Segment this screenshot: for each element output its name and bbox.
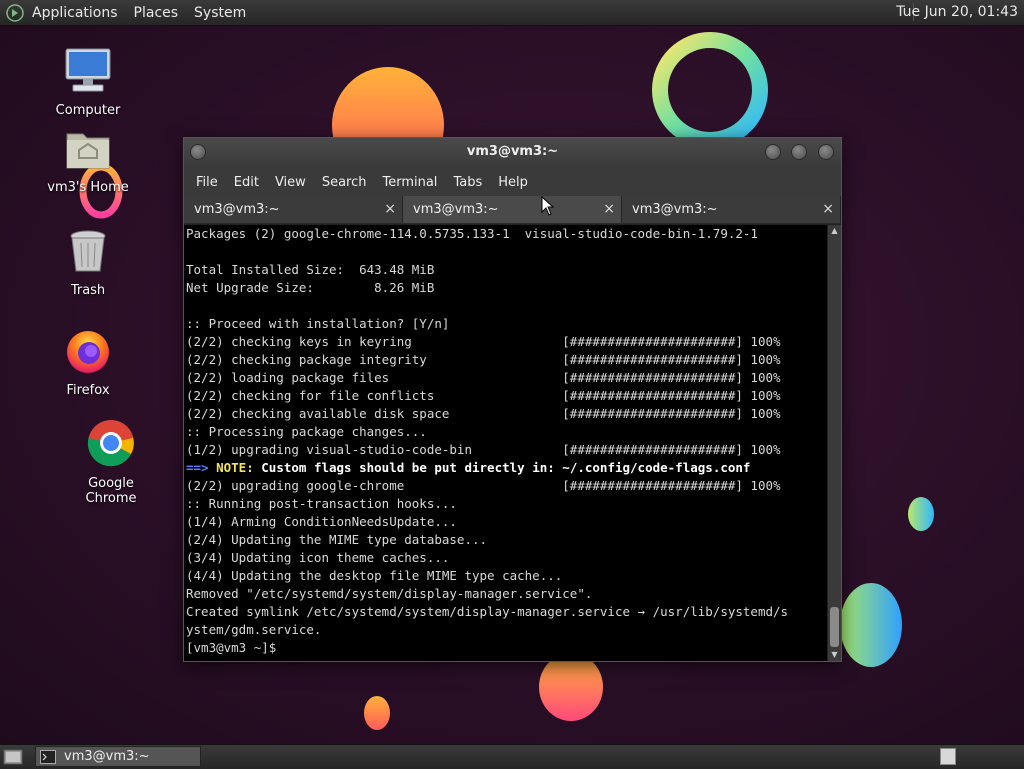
terminal-line: (2/4) Updating the MIME type database... bbox=[186, 532, 488, 547]
tab-label: vm3@vm3:~ bbox=[632, 202, 718, 217]
menu-terminal[interactable]: Terminal bbox=[374, 175, 445, 190]
system-menu[interactable]: System bbox=[186, 5, 254, 21]
terminal-line: (3/4) Updating icon theme caches... bbox=[186, 550, 450, 565]
note-text: Custom flags should be put directly in: … bbox=[253, 460, 751, 475]
terminal-line: ystem/gdm.service. bbox=[186, 622, 322, 637]
top-panel: Applications Places System Tue Jun 20, 0… bbox=[0, 0, 1024, 26]
note-arrow: ==> bbox=[186, 460, 217, 475]
computer-icon bbox=[65, 48, 111, 92]
terminal-line: (2/2) checking for file conflicts [#####… bbox=[186, 388, 781, 403]
terminal-line: (2/2) checking package integrity [######… bbox=[186, 352, 781, 367]
desktop-icon-label: Google Chrome bbox=[85, 476, 137, 506]
firefox-icon bbox=[67, 331, 109, 373]
trash-icon bbox=[70, 230, 106, 272]
scroll-up-arrow-icon[interactable]: ▲ bbox=[828, 225, 841, 237]
tab-3[interactable]: vm3@vm3:~ × bbox=[622, 196, 841, 223]
terminal-line: (1/4) Arming ConditionNeedsUpdate... bbox=[186, 514, 457, 529]
terminal-line: :: Running post-transaction hooks... bbox=[186, 496, 457, 511]
tab-label: vm3@vm3:~ bbox=[194, 202, 280, 217]
menu-edit[interactable]: Edit bbox=[226, 175, 267, 190]
scrollbar-thumb[interactable] bbox=[830, 607, 839, 647]
decorative-bottom-orange-blob bbox=[539, 655, 603, 721]
scroll-down-arrow-icon[interactable]: ▼ bbox=[828, 649, 841, 661]
minimize-button[interactable] bbox=[765, 144, 781, 160]
maximize-button[interactable] bbox=[791, 144, 807, 160]
terminal-window: vm3@vm3:~ File Edit View Search Terminal… bbox=[183, 137, 842, 662]
tab-bar: vm3@vm3:~ × vm3@vm3:~ × vm3@vm3:~ × bbox=[184, 196, 841, 225]
show-desktop-icon[interactable] bbox=[3, 748, 23, 766]
window-titlebar[interactable]: vm3@vm3:~ bbox=[184, 138, 841, 168]
distro-logo-icon[interactable] bbox=[6, 3, 24, 22]
window-menubar: File Edit View Search Terminal Tabs Help bbox=[184, 168, 841, 196]
desktop-icon-label: vm3's Home bbox=[47, 180, 129, 195]
top-panel-menus: Applications Places System bbox=[6, 3, 254, 22]
desktop-icon-firefox[interactable]: Firefox bbox=[38, 327, 138, 398]
tab-close-icon[interactable]: × bbox=[384, 196, 396, 223]
decorative-ring bbox=[652, 32, 768, 148]
taskbar-item-terminal[interactable]: vm3@vm3:~ bbox=[35, 746, 201, 767]
mouse-cursor-icon bbox=[541, 196, 555, 216]
terminal-line: Packages (2) google-chrome-114.0.5735.13… bbox=[186, 226, 758, 241]
tab-label: vm3@vm3:~ bbox=[413, 202, 499, 217]
chrome-icon bbox=[87, 420, 134, 467]
decorative-small-orange-blob bbox=[364, 696, 390, 730]
tab-close-icon[interactable]: × bbox=[822, 196, 834, 223]
desktop-icon-computer[interactable]: Computer bbox=[38, 45, 138, 118]
menu-file[interactable]: File bbox=[188, 175, 226, 190]
window-title: vm3@vm3:~ bbox=[466, 144, 559, 159]
desktop-icon-label: Trash bbox=[70, 283, 106, 298]
tab-close-icon[interactable]: × bbox=[603, 196, 615, 223]
menu-tabs[interactable]: Tabs bbox=[445, 175, 490, 190]
terminal-scrollbar[interactable]: ▲ ▼ bbox=[827, 225, 841, 661]
terminal-line: (2/2) upgrading google-chrome [#########… bbox=[186, 478, 781, 493]
places-menu[interactable]: Places bbox=[126, 5, 187, 21]
terminal-line: :: Processing package changes... bbox=[186, 424, 427, 439]
menu-search[interactable]: Search bbox=[314, 175, 375, 190]
desktop-icon-label: Firefox bbox=[66, 383, 110, 398]
bottom-panel: vm3@vm3:~ bbox=[0, 744, 1024, 769]
terminal-line: (2/2) loading package files [###########… bbox=[186, 370, 781, 385]
desktop-icon-home[interactable]: vm3's Home bbox=[38, 128, 138, 195]
terminal-line: (2/2) checking available disk space [###… bbox=[186, 406, 781, 421]
desktop-icon-chrome[interactable]: Google Chrome bbox=[61, 418, 161, 506]
applications-menu[interactable]: Applications bbox=[24, 5, 126, 21]
tab-2[interactable]: vm3@vm3:~ × bbox=[403, 196, 622, 223]
terminal-note-line: ==> NOTE: Custom flags should be put dir… bbox=[184, 459, 827, 477]
home-folder-icon bbox=[66, 133, 110, 169]
terminal-line: Created symlink /etc/systemd/system/disp… bbox=[186, 604, 789, 619]
clock[interactable]: Tue Jun 20, 01:43 bbox=[896, 4, 1018, 20]
tab-1[interactable]: vm3@vm3:~ × bbox=[184, 196, 403, 223]
menu-view[interactable]: View bbox=[267, 175, 314, 190]
desktop-icon-trash[interactable]: Trash bbox=[38, 229, 138, 298]
terminal-output[interactable]: Packages (2) google-chrome-114.0.5735.13… bbox=[184, 225, 827, 661]
terminal-line: Total Installed Size: 643.48 MiB bbox=[186, 262, 435, 277]
terminal-line: (2/2) checking keys in keyring [########… bbox=[186, 334, 781, 349]
terminal-icon bbox=[40, 749, 56, 764]
decorative-green-blue-blob bbox=[840, 583, 902, 667]
desktop-icon-label: Computer bbox=[55, 103, 121, 118]
window-menu-button[interactable] bbox=[190, 144, 206, 160]
note-label: NOTE: bbox=[216, 460, 254, 475]
terminal-line: Removed "/etc/systemd/system/display-man… bbox=[186, 586, 593, 601]
decorative-teal-blob bbox=[908, 497, 934, 531]
terminal-line: (4/4) Updating the desktop file MIME typ… bbox=[186, 568, 563, 583]
terminal-line: Net Upgrade Size: 8.26 MiB bbox=[186, 280, 435, 295]
close-button[interactable] bbox=[818, 144, 834, 160]
terminal-line: (1/2) upgrading visual-studio-code-bin [… bbox=[186, 442, 781, 457]
workspace-switcher-icon[interactable] bbox=[940, 748, 956, 765]
menu-help[interactable]: Help bbox=[490, 175, 536, 190]
terminal-line: :: Proceed with installation? [Y/n] bbox=[186, 316, 450, 331]
taskbar-item-label: vm3@vm3:~ bbox=[64, 749, 150, 764]
terminal-prompt[interactable]: [vm3@vm3 ~]$ bbox=[184, 639, 827, 657]
